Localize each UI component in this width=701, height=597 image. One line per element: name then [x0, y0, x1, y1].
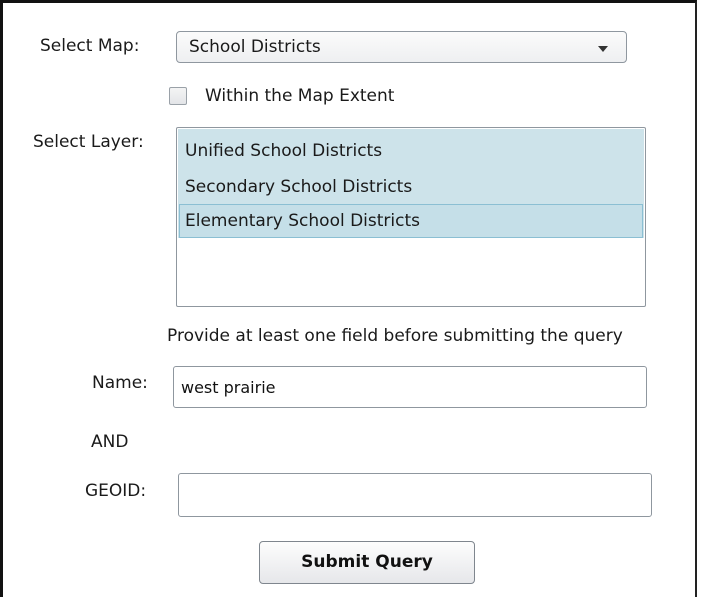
geoid-label: GEOID: — [85, 481, 147, 501]
name-label: Name: — [92, 373, 148, 393]
list-item-unified[interactable]: Unified School Districts — [179, 134, 643, 168]
select-map-value: School Districts — [189, 37, 321, 57]
and-operator-label: AND — [91, 432, 129, 452]
geoid-input[interactable] — [178, 473, 652, 517]
name-input[interactable] — [173, 366, 647, 408]
select-map-dropdown[interactable]: School Districts — [176, 31, 627, 63]
select-layer-label: Select Layer: — [33, 132, 144, 152]
query-panel: Select Map: School Districts Within the … — [0, 0, 697, 597]
select-map-label: Select Map: — [40, 36, 140, 56]
within-map-extent-checkbox[interactable] — [169, 87, 187, 105]
list-item-elementary[interactable]: Elementary School Districts — [179, 204, 643, 238]
hint-text: Provide at least one field before submit… — [167, 326, 623, 346]
submit-query-button[interactable]: Submit Query — [259, 541, 475, 584]
chevron-down-icon — [598, 46, 608, 52]
list-item-secondary[interactable]: Secondary School Districts — [179, 170, 643, 204]
within-map-extent-label[interactable]: Within the Map Extent — [205, 86, 394, 106]
select-layer-listbox[interactable]: Unified School Districts Secondary Schoo… — [176, 127, 646, 307]
